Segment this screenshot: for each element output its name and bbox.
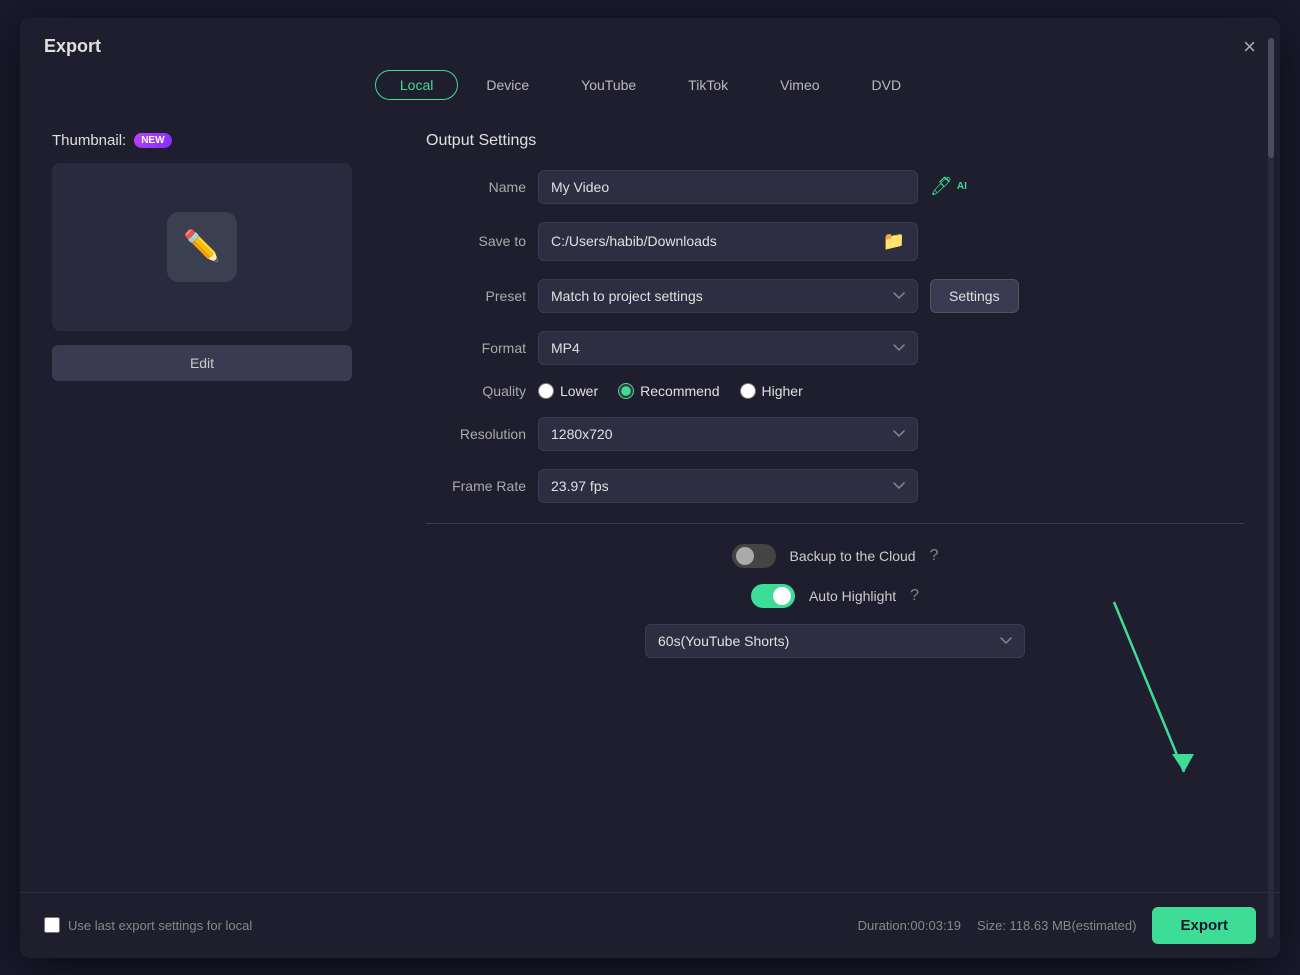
framerate-label: Frame Rate <box>426 478 526 494</box>
quality-recommend-label: Recommend <box>640 383 719 399</box>
export-button[interactable]: Export <box>1152 907 1256 944</box>
thumbnail-icon-box: ✏️ <box>167 212 237 282</box>
quality-lower-radio[interactable] <box>538 383 554 399</box>
quality-higher-label: Higher <box>762 383 803 399</box>
tab-device[interactable]: Device <box>462 70 553 100</box>
use-last-checkbox[interactable] <box>44 917 60 933</box>
auto-highlight-toggle[interactable] <box>751 584 795 608</box>
backup-help-icon[interactable]: ? <box>930 547 939 565</box>
quality-label: Quality <box>426 383 526 399</box>
auto-highlight-help-icon[interactable]: ? <box>910 587 919 605</box>
close-button[interactable]: × <box>1243 36 1256 58</box>
quality-options: Lower Recommend Higher <box>538 383 803 399</box>
path-text: C:/Users/habib/Downloads <box>551 233 879 249</box>
format-label: Format <box>426 340 526 356</box>
duration-info: Duration:00:03:19 <box>858 918 961 933</box>
backup-label: Backup to the Cloud <box>790 548 916 564</box>
scrollbar-track[interactable] <box>1268 116 1274 892</box>
dialog-title: Export <box>44 36 101 57</box>
main-content: Thumbnail: NEW ✏️ Edit Output Settings N… <box>20 116 1280 892</box>
name-input[interactable] <box>538 170 918 204</box>
divider-1 <box>426 523 1244 524</box>
quality-recommend[interactable]: Recommend <box>618 383 719 399</box>
backup-slider <box>732 544 776 568</box>
size-info: Size: 118.63 MB(estimated) <box>977 918 1136 933</box>
tab-youtube[interactable]: YouTube <box>557 70 660 100</box>
name-row: Name 🖊 AI <box>426 170 1244 204</box>
auto-highlight-row: Auto Highlight ? <box>426 584 1244 608</box>
edit-pencil-icon: ✏️ <box>183 229 220 264</box>
arrow-annotation <box>1104 592 1204 792</box>
auto-highlight-label: Auto Highlight <box>809 588 896 604</box>
ai-label: AI <box>957 181 967 192</box>
framerate-row: Frame Rate 23.97 fps <box>426 469 1244 503</box>
name-label: Name <box>426 179 526 195</box>
backup-toggle[interactable] <box>732 544 776 568</box>
preset-select[interactable]: Match to project settings <box>538 279 918 313</box>
framerate-select[interactable]: 23.97 fps <box>538 469 918 503</box>
quality-higher[interactable]: Higher <box>740 383 803 399</box>
tab-tiktok[interactable]: TikTok <box>664 70 752 100</box>
quality-row: Quality Lower Recommend Higher <box>426 383 1244 399</box>
export-dialog: Export × Local Device YouTube TikTok Vim… <box>20 18 1280 958</box>
resolution-label: Resolution <box>426 426 526 442</box>
quality-lower[interactable]: Lower <box>538 383 598 399</box>
save-to-label: Save to <box>426 233 526 249</box>
resolution-select[interactable]: 1280x720 <box>538 417 918 451</box>
use-last-settings[interactable]: Use last export settings for local <box>44 917 252 933</box>
title-bar: Export × <box>20 18 1280 70</box>
right-panel: Output Settings Name 🖊 AI Save to C:/Use… <box>406 116 1264 892</box>
folder-icon[interactable]: 📁 <box>883 231 905 252</box>
tab-dvd[interactable]: DVD <box>848 70 926 100</box>
tab-local[interactable]: Local <box>375 70 458 100</box>
tab-vimeo[interactable]: Vimeo <box>756 70 843 100</box>
format-select[interactable]: MP4 <box>538 331 918 365</box>
backup-row: Backup to the Cloud ? <box>426 544 1244 568</box>
quality-lower-label: Lower <box>560 383 598 399</box>
output-settings-title: Output Settings <box>426 132 1244 150</box>
new-badge: NEW <box>134 133 171 148</box>
preset-row: Preset Match to project settings Setting… <box>426 279 1244 313</box>
duration-select[interactable]: 60s(YouTube Shorts) <box>645 624 1025 658</box>
use-last-label-text: Use last export settings for local <box>68 918 252 933</box>
ai-icon[interactable]: 🖊 <box>930 176 953 197</box>
quality-recommend-radio[interactable] <box>618 383 634 399</box>
settings-grid: Name 🖊 AI Save to C:/Users/habib/Downloa… <box>426 170 1244 503</box>
settings-button[interactable]: Settings <box>930 279 1019 313</box>
scrollbar-thumb <box>1268 116 1274 158</box>
left-panel: Thumbnail: NEW ✏️ Edit <box>36 116 406 892</box>
duration-row: 60s(YouTube Shorts) <box>426 624 1244 658</box>
save-to-row: Save to C:/Users/habib/Downloads 📁 <box>426 222 1244 261</box>
path-wrapper: C:/Users/habib/Downloads 📁 <box>538 222 918 261</box>
auto-highlight-slider <box>751 584 795 608</box>
preset-label: Preset <box>426 288 526 304</box>
format-row: Format MP4 <box>426 331 1244 365</box>
footer: Use last export settings for local Durat… <box>20 892 1280 958</box>
thumbnail-preview: ✏️ <box>52 163 352 331</box>
edit-thumbnail-button[interactable]: Edit <box>52 345 352 381</box>
tabs-bar: Local Device YouTube TikTok Vimeo DVD <box>20 70 1280 116</box>
resolution-row: Resolution 1280x720 <box>426 417 1244 451</box>
thumbnail-header: Thumbnail: NEW <box>52 132 390 149</box>
quality-higher-radio[interactable] <box>740 383 756 399</box>
thumbnail-label-text: Thumbnail: <box>52 132 126 149</box>
